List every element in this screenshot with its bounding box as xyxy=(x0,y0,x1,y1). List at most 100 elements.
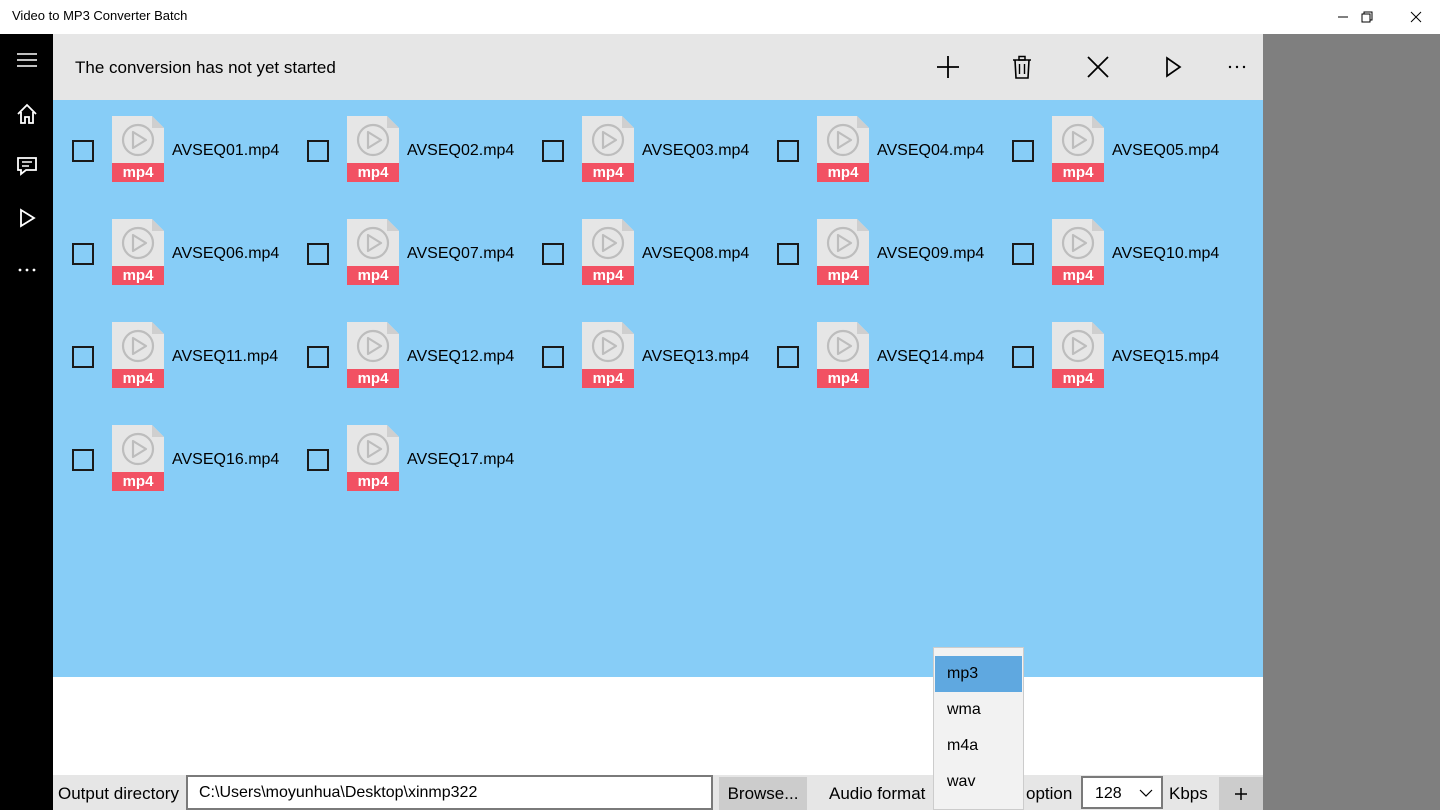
clear-icon xyxy=(1087,56,1109,78)
conversion-status: The conversion has not yet started xyxy=(75,58,336,77)
file-item[interactable]: mp4 AVSEQ06.mp4 xyxy=(53,203,288,285)
file-grid: mp4 AVSEQ01.mp4 mp4 AVSEQ02.mp4 mp4 AVSEQ03.m… xyxy=(53,100,1263,677)
add-option-button[interactable] xyxy=(1219,777,1263,810)
file-item[interactable]: mp4 AVSEQ10.mp4 xyxy=(993,203,1228,285)
video-file-icon: mp4 xyxy=(817,322,869,388)
video-file-icon: mp4 xyxy=(582,322,634,388)
format-option-wma[interactable]: wma xyxy=(935,692,1022,728)
format-option-m4a[interactable]: m4a xyxy=(935,728,1022,764)
file-type-badge: mp4 xyxy=(123,370,155,387)
file-checkbox[interactable] xyxy=(777,243,799,265)
video-file-icon: mp4 xyxy=(347,116,399,182)
file-name: AVSEQ02.mp4 xyxy=(407,142,515,159)
output-directory-field[interactable] xyxy=(186,775,713,810)
file-checkbox[interactable] xyxy=(777,140,799,162)
delete-icon xyxy=(1013,55,1031,79)
video-file-icon: mp4 xyxy=(817,219,869,285)
nav-feedback[interactable] xyxy=(0,140,53,192)
browse-button[interactable]: Browse... xyxy=(719,777,807,810)
more-icon xyxy=(1228,65,1246,69)
audio-format-dropdown[interactable]: mp3 wma m4a wav xyxy=(933,647,1024,810)
file-item[interactable]: mp4 AVSEQ17.mp4 xyxy=(288,409,523,491)
nav-play[interactable] xyxy=(0,192,53,244)
file-type-badge: mp4 xyxy=(593,164,625,181)
video-file-icon: mp4 xyxy=(1052,116,1104,182)
file-checkbox[interactable] xyxy=(542,243,564,265)
file-item[interactable]: mp4 AVSEQ03.mp4 xyxy=(523,100,758,182)
file-item[interactable]: mp4 AVSEQ07.mp4 xyxy=(288,203,523,285)
file-checkbox[interactable] xyxy=(1012,140,1034,162)
file-type-badge: mp4 xyxy=(358,370,390,387)
file-name: AVSEQ14.mp4 xyxy=(877,348,985,365)
file-checkbox[interactable] xyxy=(72,140,94,162)
video-file-icon: mp4 xyxy=(582,219,634,285)
bitrate-value: 128 xyxy=(1095,785,1122,802)
hamburger-menu-icon xyxy=(16,53,37,67)
file-checkbox[interactable] xyxy=(542,346,564,368)
file-name: AVSEQ13.mp4 xyxy=(642,348,750,365)
file-item[interactable]: mp4 AVSEQ13.mp4 xyxy=(523,306,758,388)
restore-button[interactable] xyxy=(1344,0,1390,34)
file-checkbox[interactable] xyxy=(72,346,94,368)
start-conversion-button[interactable] xyxy=(1148,42,1198,92)
file-checkbox[interactable] xyxy=(72,449,94,471)
start-icon xyxy=(1166,56,1182,78)
file-type-badge: mp4 xyxy=(123,267,155,284)
file-type-badge: mp4 xyxy=(828,267,860,284)
file-name: AVSEQ16.mp4 xyxy=(172,451,280,468)
file-checkbox[interactable] xyxy=(72,243,94,265)
file-name: AVSEQ08.mp4 xyxy=(642,245,750,262)
file-item[interactable]: mp4 AVSEQ16.mp4 xyxy=(53,409,288,491)
nav-more[interactable] xyxy=(0,244,53,296)
file-type-badge: mp4 xyxy=(828,164,860,181)
file-item[interactable]: mp4 AVSEQ12.mp4 xyxy=(288,306,523,388)
file-item[interactable]: mp4 AVSEQ05.mp4 xyxy=(993,100,1228,182)
file-name: AVSEQ11.mp4 xyxy=(172,348,279,365)
bitrate-select[interactable]: 128 xyxy=(1081,776,1163,809)
file-type-badge: mp4 xyxy=(593,267,625,284)
file-type-badge: mp4 xyxy=(1063,164,1095,181)
close-icon xyxy=(1410,11,1422,23)
file-checkbox[interactable] xyxy=(307,449,329,471)
file-item[interactable]: mp4 AVSEQ02.mp4 xyxy=(288,100,523,182)
side-panel xyxy=(1263,34,1440,810)
clear-list-button[interactable] xyxy=(1073,42,1123,92)
file-checkbox[interactable] xyxy=(307,140,329,162)
file-item[interactable]: mp4 AVSEQ14.mp4 xyxy=(758,306,993,388)
file-item[interactable]: mp4 AVSEQ08.mp4 xyxy=(523,203,758,285)
file-item[interactable]: mp4 AVSEQ15.mp4 xyxy=(993,306,1228,388)
file-checkbox[interactable] xyxy=(307,346,329,368)
add-icon xyxy=(1235,787,1247,800)
video-file-icon: mp4 xyxy=(112,425,164,491)
file-checkbox[interactable] xyxy=(307,243,329,265)
file-name: AVSEQ10.mp4 xyxy=(1112,245,1220,262)
file-item[interactable]: mp4 AVSEQ04.mp4 xyxy=(758,100,993,182)
add-icon xyxy=(937,56,959,78)
file-type-badge: mp4 xyxy=(593,370,625,387)
hamburger-menu-button[interactable] xyxy=(0,34,53,86)
file-item[interactable]: mp4 AVSEQ11.mp4 xyxy=(53,306,288,388)
file-type-badge: mp4 xyxy=(123,473,155,490)
file-type-badge: mp4 xyxy=(1063,370,1095,387)
settings-bar: Output directory Browse... Audio format … xyxy=(53,775,1263,810)
file-checkbox[interactable] xyxy=(1012,346,1034,368)
close-window-button[interactable] xyxy=(1393,0,1439,34)
format-option-mp3[interactable]: mp3 xyxy=(935,656,1022,692)
restore-icon xyxy=(1361,11,1373,23)
navigation-rail xyxy=(0,34,53,810)
output-path-input[interactable] xyxy=(188,777,711,808)
more-options-button[interactable] xyxy=(1212,42,1262,92)
file-checkbox[interactable] xyxy=(1012,243,1034,265)
file-item[interactable]: mp4 AVSEQ09.mp4 xyxy=(758,203,993,285)
file-item[interactable]: mp4 AVSEQ01.mp4 xyxy=(53,100,288,182)
delete-button[interactable] xyxy=(997,42,1047,92)
nav-home[interactable] xyxy=(0,88,53,140)
home-icon xyxy=(16,103,37,124)
file-name: AVSEQ01.mp4 xyxy=(172,142,280,159)
file-checkbox[interactable] xyxy=(777,346,799,368)
format-option-wav[interactable]: wav xyxy=(935,764,1022,800)
add-files-button[interactable] xyxy=(923,42,973,92)
content-spacer xyxy=(53,677,1263,775)
file-name: AVSEQ03.mp4 xyxy=(642,142,750,159)
file-checkbox[interactable] xyxy=(542,140,564,162)
